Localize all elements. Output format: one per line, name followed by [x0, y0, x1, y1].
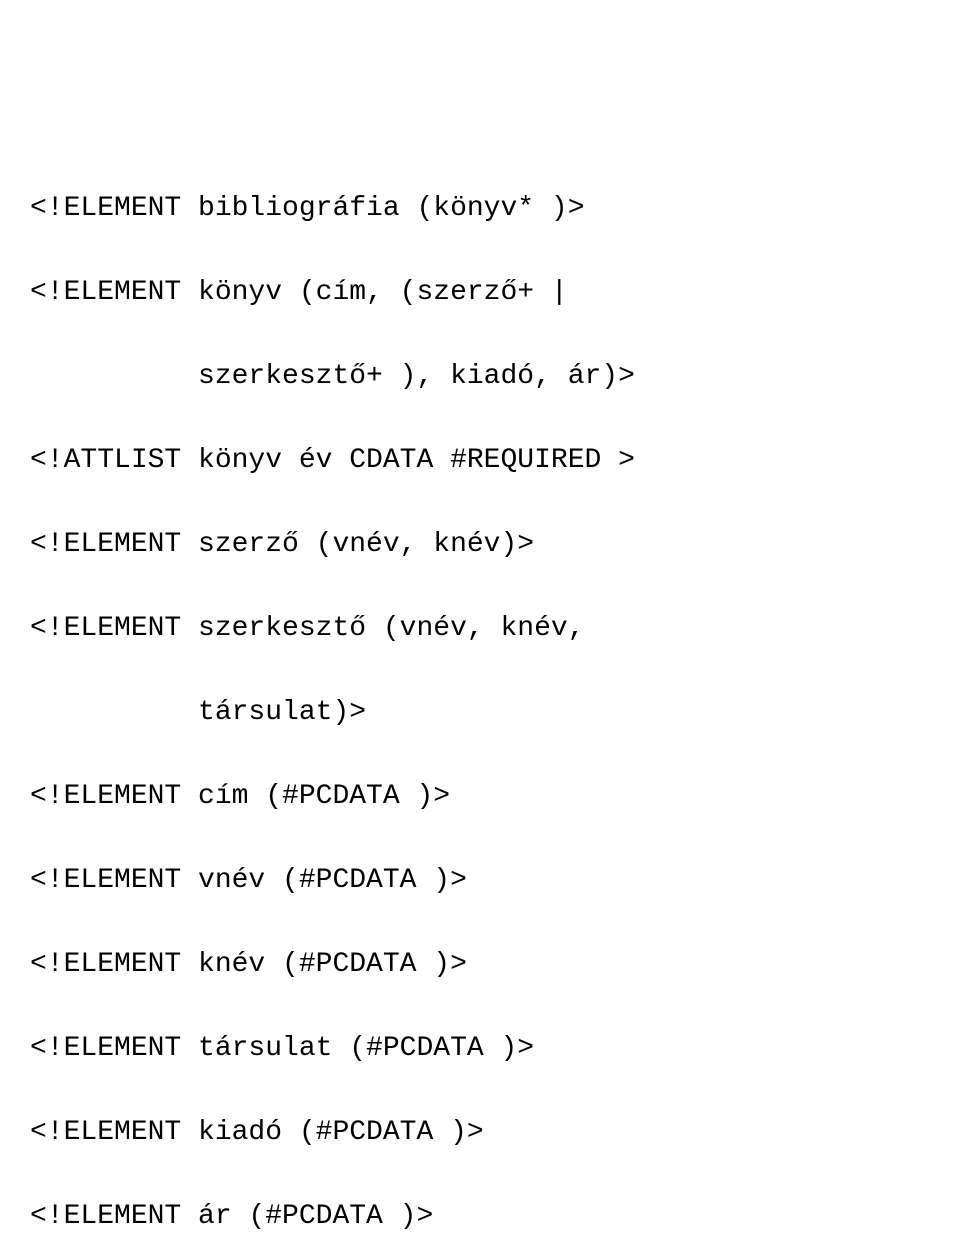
code-line: <!ELEMENT ár (#PCDATA )>	[30, 1196, 930, 1238]
code-line: <!ELEMENT könyv (cím, (szerző+ |	[30, 272, 930, 314]
code-line: <!ELEMENT szerző (vnév, knév)>	[30, 524, 930, 566]
code-line: <!ATTLIST könyv év CDATA #REQUIRED >	[30, 440, 930, 482]
code-line: <!ELEMENT bibliográfia (könyv* )>	[30, 188, 930, 230]
code-line: <!ELEMENT társulat (#PCDATA )>	[30, 1028, 930, 1070]
code-line: <!ELEMENT knév (#PCDATA )>	[30, 944, 930, 986]
code-line: <!ELEMENT vnév (#PCDATA )>	[30, 860, 930, 902]
code-line: társulat)>	[30, 692, 930, 734]
code-line: szerkesztő+ ), kiadó, ár)>	[30, 356, 930, 398]
code-line: <!ELEMENT szerkesztő (vnév, knév,	[30, 608, 930, 650]
dtd-code-block: <!ELEMENT bibliográfia (könyv* )> <!ELEM…	[30, 146, 930, 1244]
code-line: <!ELEMENT kiadó (#PCDATA )>	[30, 1112, 930, 1154]
code-line: <!ELEMENT cím (#PCDATA )>	[30, 776, 930, 818]
